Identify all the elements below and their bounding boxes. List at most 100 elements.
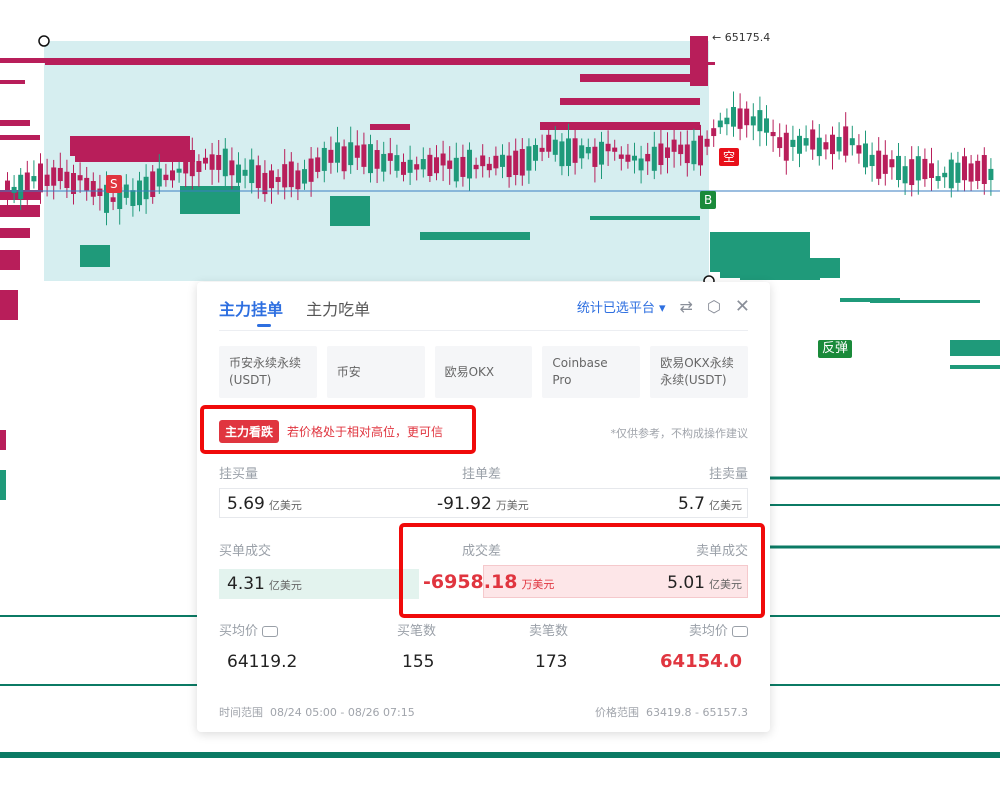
candle-body: [434, 157, 439, 174]
candle-body: [942, 172, 948, 178]
platform-okx[interactable]: 欧易OKX: [434, 346, 533, 398]
candle-body: [764, 118, 769, 133]
sell-count-value: 173: [535, 652, 568, 672]
candle-body: [929, 163, 934, 178]
candle-body: [651, 146, 657, 171]
candle-body: [427, 154, 433, 177]
candle-body: [44, 174, 50, 186]
candle-body: [552, 139, 558, 155]
candle-body: [328, 149, 334, 163]
platform-scope-dropdown[interactable]: 统计已选平台 ▾: [577, 297, 666, 316]
platform-binance[interactable]: 币安: [326, 346, 425, 398]
candle-body: [843, 126, 849, 156]
selection-handle: [38, 35, 50, 47]
marker-kong[interactable]: 空: [719, 148, 740, 166]
candle-body: [460, 156, 466, 177]
candle-body: [902, 166, 908, 184]
candle-body: [968, 163, 974, 182]
candle-body: [275, 177, 281, 182]
platform-coinbase[interactable]: Coinbase Pro: [542, 346, 641, 398]
platform-binance-perp[interactable]: 币安永续永续(USDT): [219, 346, 317, 398]
avg-sell-price-label: 卖均价: [689, 620, 748, 639]
candle-body: [31, 176, 37, 182]
candle-body: [836, 136, 842, 152]
candle-body: [368, 144, 373, 174]
order-diff-label: 挂单差: [462, 467, 502, 482]
buy-fill-value: 4.31 亿美元: [227, 574, 302, 594]
marker-fantan[interactable]: 反弹: [818, 340, 853, 358]
depth-bar: [870, 300, 980, 303]
candle-body: [618, 154, 624, 159]
candle-body: [724, 117, 730, 125]
candle-body: [64, 171, 70, 188]
close-icon[interactable]: ✕: [735, 296, 750, 317]
candle-body: [229, 160, 235, 176]
price-range: 价格范围 63419.8 - 65157.3: [595, 706, 748, 719]
candle-body: [889, 159, 895, 168]
candle-body: [546, 134, 552, 152]
candle-body: [671, 139, 677, 152]
candle-body: [143, 176, 149, 200]
candle-body: [599, 141, 604, 165]
candle-body: [962, 156, 967, 181]
settings-icon[interactable]: ⬡: [707, 297, 721, 316]
candle-body: [249, 159, 255, 184]
candle-body: [407, 159, 413, 173]
candle-body: [506, 155, 512, 178]
candle-body: [97, 188, 103, 196]
candle-body: [922, 158, 928, 180]
candle-body: [632, 155, 637, 161]
candle-body: [645, 153, 651, 162]
depth-bar: [590, 216, 700, 220]
candle-body: [176, 168, 182, 173]
candle-body: [830, 134, 835, 155]
depth-bar: [45, 62, 715, 65]
tab-main-fills[interactable]: 主力吃单: [306, 294, 370, 320]
swap-icon[interactable]: ⇄: [680, 297, 693, 316]
avg-sell-price-value: 64154.0: [660, 651, 742, 672]
candle-body: [704, 138, 710, 147]
candle-body: [882, 154, 888, 174]
candle-body: [915, 156, 921, 181]
candle-body: [51, 167, 57, 186]
candle-body: [236, 164, 241, 183]
candle-body: [816, 137, 822, 157]
marker-s[interactable]: S: [106, 175, 122, 193]
candle-body: [440, 153, 446, 166]
candle-body: [361, 144, 367, 167]
candle-body: [638, 158, 644, 171]
candle-body: [744, 108, 750, 126]
candle-body: [698, 135, 703, 166]
depth-bar: [0, 205, 40, 217]
depth-bar: [0, 290, 18, 320]
candle-body: [876, 150, 882, 179]
tag-icon: [262, 626, 279, 637]
candle-body: [737, 108, 743, 129]
candle-body: [935, 176, 941, 181]
candle-body: [493, 155, 499, 169]
candle-body: [341, 146, 347, 172]
depth-bar: [950, 340, 1000, 356]
depth-bar: [950, 365, 1000, 369]
candle-body: [348, 142, 354, 166]
depth-bar: [540, 122, 700, 130]
candle-body: [869, 154, 875, 167]
candle-body: [150, 171, 156, 198]
candle-body: [948, 159, 954, 189]
tab-main-orders[interactable]: 主力挂单: [219, 294, 283, 327]
avg-buy-price-label: 买均价: [219, 620, 279, 639]
depth-bar: [580, 74, 700, 82]
candle-body: [579, 145, 585, 159]
candle-body: [354, 145, 360, 158]
marker-b[interactable]: B: [700, 191, 717, 209]
depth-bar: [0, 430, 6, 450]
candle-body: [988, 168, 994, 181]
candle-body: [137, 180, 142, 206]
candle-body: [533, 144, 538, 161]
candle-body: [163, 174, 169, 181]
candle-body: [84, 177, 90, 191]
depth-bar: [330, 196, 370, 226]
candle-body: [513, 150, 519, 175]
depth-bar: [370, 124, 410, 130]
platform-okx-perp[interactable]: 欧易OKX永续永续(USDT): [650, 346, 748, 398]
